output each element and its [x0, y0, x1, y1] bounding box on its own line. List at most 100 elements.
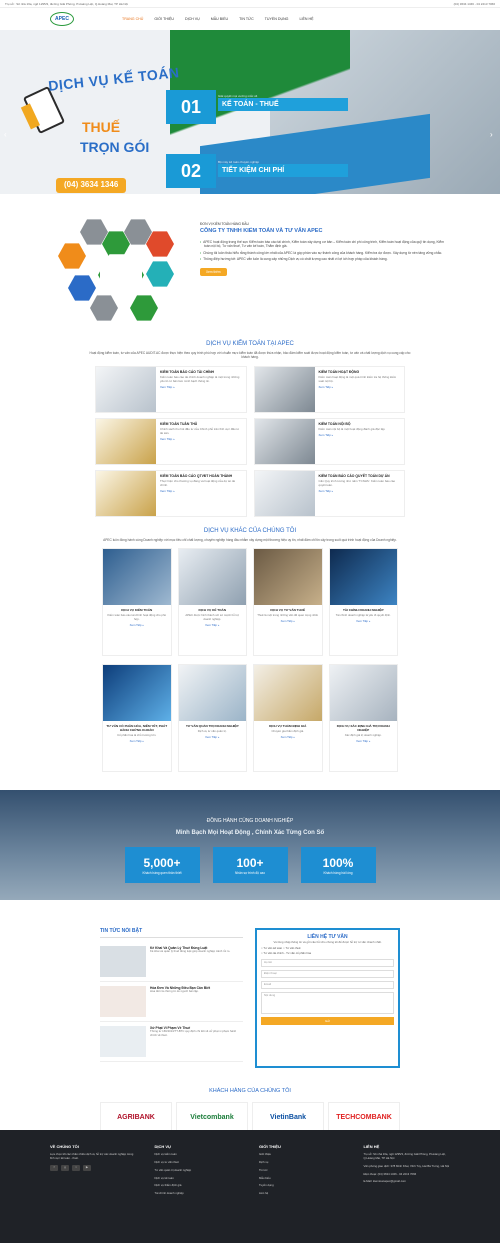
service-more-link[interactable]: Xem Tiếp » — [254, 735, 322, 740]
card-more-link[interactable]: Xem Tiếp » — [160, 437, 175, 441]
footer-contact-line[interactable]: E-Mail: kiemtoanapec@gmail.com — [364, 1180, 451, 1184]
about-hex-images — [50, 216, 190, 324]
client-logo[interactable]: TECHCOMBANK — [328, 1101, 400, 1134]
news-image — [100, 985, 146, 1017]
footer-link[interactable]: Tuyển dụng — [259, 1184, 346, 1188]
prev-arrow-icon[interactable]: ‹ — [4, 130, 10, 139]
message-field[interactable]: Nội dung — [261, 992, 394, 1015]
service-card[interactable]: DỊCH VỤ TƯ VẤN THUẾ Thuế là một trong nhữ… — [253, 548, 323, 657]
service-card[interactable]: DỊCH VỤ XÁC ĐỊNH GIÁ TRỊ DOANH NGHIỆP Xác… — [328, 664, 398, 773]
nav-forms[interactable]: MẪU BIỂU — [211, 17, 228, 22]
service-image — [178, 665, 246, 722]
footer-link[interactable]: Dịch vụ thẩm định giá — [155, 1184, 242, 1188]
service-title: DỊCH VỤ XÁC ĐỊNH GIÁ TRỊ DOANH NGHIỆP — [336, 724, 390, 733]
service-more-link[interactable]: Xem Tiếp » — [179, 735, 247, 740]
audit-card[interactable]: KIỂM TOÁN TUÂN THỦ Chính sách thu hút đầu… — [95, 417, 247, 465]
client-logo[interactable]: AGRIBANK — [100, 1101, 172, 1134]
name-field[interactable]: Họ tên — [261, 959, 394, 968]
news-item[interactable]: Kế Khai Và Quản Lý Thuế Đúng Luật Kê khai… — [100, 942, 243, 982]
hero-phone[interactable]: (04) 3634 1346 — [56, 178, 127, 193]
service-more-link[interactable]: Xem Tiếp » — [103, 623, 171, 628]
nav-home[interactable]: TRANG CHỦ — [122, 17, 143, 22]
footer-heading: DỊCH VỤ — [154, 1144, 171, 1149]
news-item[interactable]: Xử Phạt Vi Phạm Về Thuế Thông tư 166/2013… — [100, 1022, 243, 1062]
nav-services[interactable]: DỊCH VỤ — [185, 17, 200, 22]
radio-label: Tư vấn kế toán — [263, 945, 283, 950]
nav-careers[interactable]: TUYỂN DỤNG — [265, 17, 289, 22]
stat-value: 100% — [322, 855, 354, 870]
news-item[interactable]: Hóa Đơn Và Những Điều Bạn Cần Biết Hóa đơ… — [100, 982, 243, 1022]
service-card[interactable]: TƯ VẤN CỔ PHẦN HÓA, NIÊM YẾT, PHÁT HÀNH … — [102, 664, 172, 773]
service-more-link[interactable]: Xem Tiếp » — [330, 739, 398, 744]
hex-logo — [98, 254, 144, 296]
audit-card[interactable]: KIỂM TOÁN HOẠT ĐỘNG Kiểm toán hoạt động l… — [253, 365, 405, 413]
footer-link[interactable]: Tin tức — [259, 1168, 346, 1173]
card-more-link[interactable]: Xem Tiếp » — [319, 433, 334, 437]
news-item-text: Kê khai và quản lý thuế đúng luật giúp d… — [150, 949, 231, 954]
footer-intro: GIỚI THIỆU Giới thiệu Dịch vụ Tin tức Mẫ… — [259, 1144, 346, 1200]
clients-title: KHÁCH HÀNG CỦA CHÚNG TÔI — [209, 1088, 291, 1095]
phone-field[interactable]: Điện thoại — [261, 970, 394, 979]
news-title: TIN TỨC NỔI BẬT — [100, 928, 243, 938]
card-more-link[interactable]: Xem Tiếp » — [319, 489, 334, 493]
audit-desc: Hoạt động kiểm toán, tư vấn của APEC AUD… — [89, 351, 411, 360]
twitter-icon[interactable]: t — [72, 1164, 80, 1171]
service-image — [178, 549, 246, 606]
about-bullet: APEC hoạt động trong thế sực Kiểm toán b… — [200, 240, 450, 249]
email-field[interactable]: Email — [261, 981, 394, 990]
card-image — [254, 470, 315, 516]
audit-card[interactable]: KIỂM TOÁN BÁO CÁO QUYẾT TOÁN DỰ ÁN Căn Qu… — [253, 469, 405, 517]
service-card[interactable]: TÀI CHÍNH DOANH NGHIỆP Tài chính doanh ng… — [328, 548, 398, 657]
card-more-link[interactable]: Xem Tiếp » — [319, 385, 334, 389]
service-card[interactable]: DỊCH VỤ KIỂM TOÁN Kiểm toán báo cáo tài c… — [102, 548, 172, 657]
google-icon[interactable]: g — [61, 1164, 69, 1171]
audit-cards: KIỂM TOÁN BÁO CÁO TÀI CHÍNH Kiểm toán báo… — [95, 365, 405, 517]
audit-card[interactable]: KIỂM TOÁN NỘI BỘ Kiểm toán nội bộ là một … — [253, 417, 405, 465]
about-info: ĐƠN VỊ KIỂM TOÁN HÀNG ĐẦU CÔNG TY TNHH K… — [200, 216, 450, 324]
service-card[interactable]: TƯ VẤN QUẢN TRỊ DOANH NGHIỆP Dịch vụ tư v… — [177, 664, 247, 773]
about-title: CÔNG TY TNHH KIỂM TOÁN VÀ TƯ VẤN APEC — [200, 228, 323, 235]
card-more-link[interactable]: Xem Tiếp » — [160, 489, 175, 493]
card-title: KIỂM TOÁN TUÂN THỦ — [160, 421, 198, 426]
facebook-icon[interactable]: f — [50, 1164, 58, 1171]
card-more-link[interactable]: Xem Tiếp » — [160, 385, 175, 389]
service-card[interactable]: DỊCH VỤ THẨM ĐỊNH GIÁ Chuyên gia thẩm địn… — [253, 664, 323, 773]
radio-option[interactable]: ○ Tư vấn tài chính - Tư vấn cổ phần hóa — [261, 952, 394, 956]
service-title: TƯ VẤN CỔ PHẦN HÓA, NIÊM YẾT, PHÁT HÀNH … — [106, 724, 168, 733]
footer-heading: GIỚI THIỆU — [259, 1144, 281, 1149]
audit-card[interactable]: KIỂM TOÁN BÁO CÁO QTVĐT HOÀN THÀNH Thực h… — [95, 469, 247, 517]
nav-contact[interactable]: LIÊN HỆ — [299, 17, 313, 22]
footer-link[interactable]: Tư vấn quản trị doanh nghiệp — [155, 1168, 242, 1173]
service-more-link[interactable]: Xem Tiếp » — [103, 739, 171, 744]
service-more-link[interactable]: Xem Tiếp » — [330, 619, 398, 624]
radio-option[interactable]: ○ Tư vấn kế toán ○ Tư vấn thuế — [261, 945, 394, 951]
footer-link[interactable]: Tài chính doanh nghiệp — [155, 1191, 242, 1196]
service-card[interactable]: DỊCH VỤ KẾ TOÁN APEC được hình thành với … — [177, 548, 247, 657]
service-title: DỊCH VỤ KẾ TOÁN — [198, 608, 226, 613]
client-logo[interactable]: Vietcombank — [176, 1101, 248, 1134]
footer-link[interactable]: Dịch vụ kiểm toán — [155, 1153, 242, 1157]
audit-card[interactable]: KIỂM TOÁN BÁO CÁO TÀI CHÍNH Kiểm toán báo… — [95, 365, 247, 413]
about-more-button[interactable]: Xem thêm — [200, 267, 227, 276]
footer-link[interactable]: Liên hệ — [259, 1191, 346, 1196]
nav-news[interactable]: TIN TỨC — [239, 17, 254, 22]
next-arrow-icon[interactable]: › — [490, 130, 496, 139]
footer-link[interactable]: Mẫu biểu — [259, 1176, 346, 1181]
send-button[interactable]: Gửi — [261, 1017, 394, 1026]
footer-link[interactable]: Giới thiệu — [259, 1153, 346, 1157]
stat-label: Nhân sự trình độ cao — [235, 870, 265, 875]
client-logo[interactable]: VietinBank — [252, 1101, 324, 1134]
footer-contact-line: Điện thoại: (04) 3634 1346 - 04 2213 706… — [363, 1171, 417, 1176]
service-title: TÀI CHÍNH DOANH NGHIỆP — [342, 608, 384, 613]
footer-link[interactable]: Dịch vụ tư vấn thuế — [155, 1160, 242, 1165]
footer-link[interactable]: Dịch vụ — [259, 1160, 346, 1165]
youtube-icon[interactable]: ▶ — [83, 1164, 91, 1171]
slide-num-2: 02 — [166, 154, 216, 188]
service-more-link[interactable]: Xem Tiếp » — [179, 623, 247, 628]
logo[interactable]: APEC — [50, 12, 74, 26]
service-title: DỊCH VỤ TƯ VẤN THUẾ — [270, 608, 306, 613]
nav-about[interactable]: GIỚI THIỆU — [154, 17, 174, 22]
service-more-link[interactable]: Xem Tiếp » — [254, 619, 322, 624]
footer-link[interactable]: Dịch vụ kế toán — [155, 1176, 242, 1181]
hero-title-1: DỊCH VỤ KẾ TOÁN — [47, 64, 181, 94]
